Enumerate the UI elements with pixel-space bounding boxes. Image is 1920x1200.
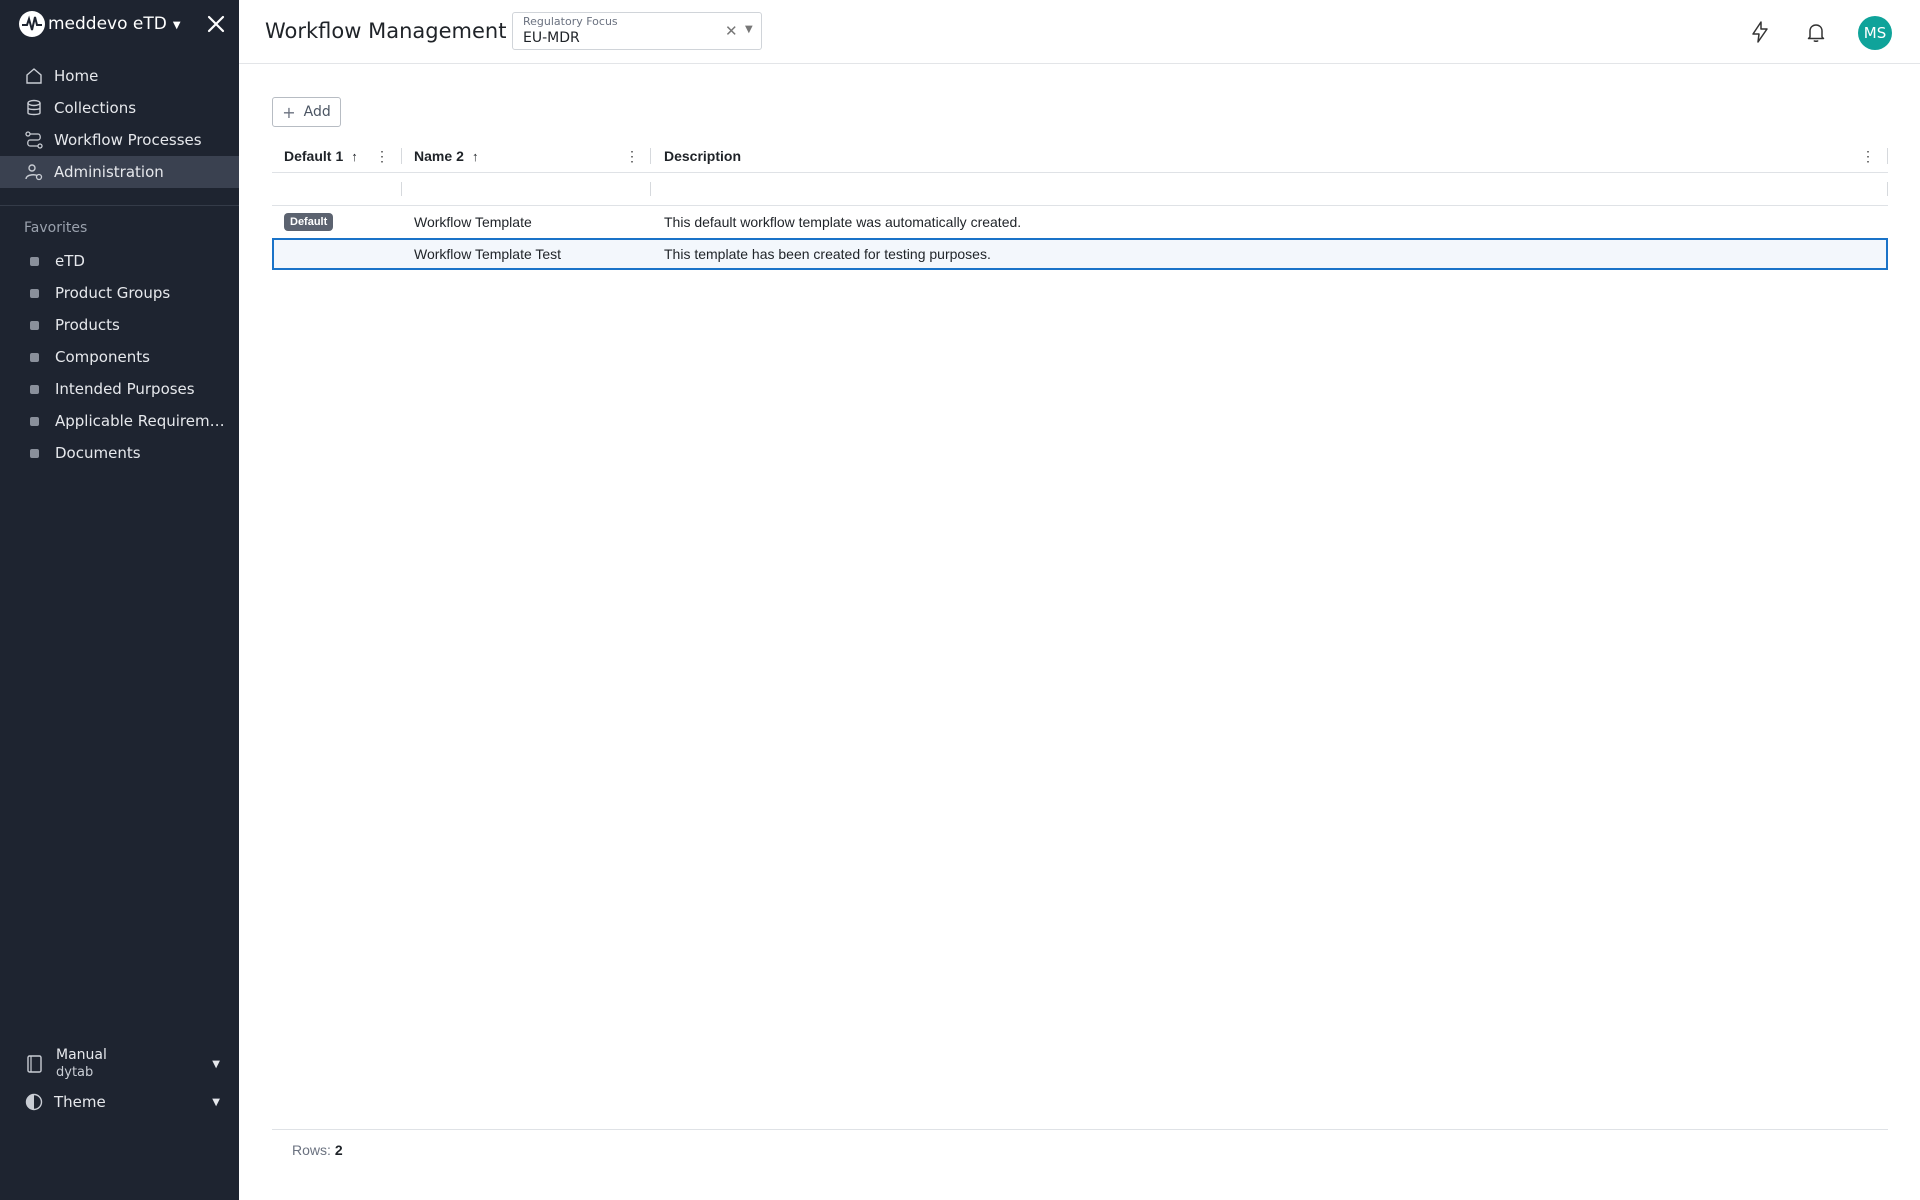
grid-footer: Rows: 2 bbox=[272, 1129, 1888, 1170]
filter-separator bbox=[650, 182, 651, 196]
grid-header: Default 1 ↑ ⋮ Name 2 ↑ ⋮ Description ⋮ bbox=[272, 140, 1888, 173]
manual-subtitle: dytab bbox=[56, 1065, 94, 1080]
column-header-default[interactable]: Default 1 ↑ bbox=[284, 140, 358, 172]
add-button[interactable]: + Add bbox=[272, 97, 341, 127]
theme-selector[interactable]: Theme ▼ bbox=[24, 1090, 220, 1114]
manual-selector[interactable]: Manual dytab ▼ bbox=[24, 1044, 220, 1084]
column-menu-icon[interactable]: ⋮ bbox=[375, 149, 389, 163]
clear-icon[interactable]: ✕ bbox=[725, 22, 738, 40]
filter-separator bbox=[1887, 182, 1888, 196]
nav-label: Home bbox=[54, 67, 99, 85]
cell-default: Default bbox=[284, 206, 334, 238]
nav-label: Administration bbox=[54, 163, 164, 181]
sort-order: 2 bbox=[456, 148, 464, 164]
favorite-item[interactable]: Product Groups bbox=[0, 277, 239, 309]
brand-name: meddevo eTD bbox=[48, 14, 167, 34]
filter-separator bbox=[401, 182, 402, 196]
table-row[interactable]: Default Workflow Template This default w… bbox=[272, 206, 1888, 238]
chevron-down-icon[interactable]: ▼ bbox=[745, 24, 753, 35]
cell-name: Workflow Template Test bbox=[414, 246, 562, 262]
favorite-item[interactable]: eTD bbox=[0, 245, 239, 277]
favorite-item[interactable]: Applicable Requirements bbox=[0, 405, 239, 437]
default-badge: Default bbox=[284, 213, 334, 231]
database-icon bbox=[27, 99, 41, 116]
nav-item-administration[interactable]: Administration bbox=[0, 156, 239, 188]
regulatory-focus-value: EU-MDR bbox=[523, 30, 580, 46]
regulatory-focus-label: Regulatory Focus bbox=[523, 15, 618, 28]
rows-count: 2 bbox=[334, 1142, 343, 1158]
column-separator bbox=[1887, 148, 1888, 164]
favorite-item[interactable]: Documents bbox=[0, 437, 239, 469]
favorites-list: eTD Product Groups Products Components I… bbox=[0, 245, 239, 469]
nav-item-home[interactable]: Home bbox=[0, 60, 239, 92]
favorite-item[interactable]: Products bbox=[0, 309, 239, 341]
sidebar-divider bbox=[0, 205, 239, 206]
favorite-item[interactable]: Components bbox=[0, 341, 239, 373]
bullet-icon bbox=[30, 416, 39, 426]
favorites-title: Favorites bbox=[24, 220, 88, 236]
bullet-icon bbox=[30, 352, 39, 362]
home-icon bbox=[26, 68, 42, 84]
top-bar: Workflow Management Regulatory Focus EU-… bbox=[239, 0, 1920, 64]
bell-icon[interactable] bbox=[1804, 20, 1828, 44]
regulatory-focus-select[interactable]: Regulatory Focus EU-MDR ✕ ▼ bbox=[512, 12, 762, 50]
column-separator[interactable] bbox=[650, 148, 651, 164]
chevron-down-icon: ▼ bbox=[212, 1058, 220, 1070]
chevron-down-icon: ▼ bbox=[212, 1096, 220, 1108]
bullet-icon bbox=[30, 320, 39, 330]
column-menu-icon[interactable]: ⋮ bbox=[625, 149, 639, 163]
meddevo-logo-icon bbox=[19, 11, 45, 37]
sort-ascending-icon: ↑ bbox=[351, 148, 358, 164]
column-header-name[interactable]: Name 2 ↑ bbox=[414, 140, 478, 172]
bullet-icon bbox=[30, 448, 39, 458]
plus-icon: + bbox=[282, 102, 296, 122]
main-nav: Home Collections Workflow Processes Admi… bbox=[0, 60, 239, 188]
favorite-item[interactable]: Intended Purposes bbox=[0, 373, 239, 405]
nav-label: Collections bbox=[54, 99, 137, 117]
book-icon bbox=[27, 1055, 42, 1073]
column-separator[interactable] bbox=[401, 148, 402, 164]
sort-order: 1 bbox=[335, 148, 344, 164]
user-settings-icon bbox=[25, 164, 43, 181]
cell-name: Workflow Template bbox=[414, 214, 532, 230]
bullet-icon bbox=[30, 256, 39, 266]
sort-ascending-icon: ↑ bbox=[471, 148, 479, 164]
column-menu-icon[interactable]: ⋮ bbox=[1861, 149, 1875, 163]
sidebar: meddevo eTD ▼ Home Collections Workflow … bbox=[0, 0, 239, 1200]
table-row[interactable]: Workflow Template Test This template has… bbox=[272, 238, 1888, 270]
workflow-icon bbox=[25, 131, 43, 149]
lightning-icon[interactable] bbox=[1748, 20, 1772, 44]
nav-label: Workflow Processes bbox=[54, 131, 202, 149]
brand-switcher[interactable]: meddevo eTD ▼ bbox=[18, 10, 181, 38]
bullet-icon bbox=[30, 288, 39, 298]
filter-row[interactable] bbox=[272, 173, 1888, 206]
cell-description: This default workflow template was autom… bbox=[664, 214, 1022, 230]
theme-contrast-icon bbox=[25, 1093, 43, 1111]
chevron-down-icon: ▼ bbox=[172, 19, 181, 31]
nav-item-workflow-processes[interactable]: Workflow Processes bbox=[0, 124, 239, 156]
theme-label: Theme bbox=[54, 1093, 106, 1111]
page-title: Workflow Management bbox=[265, 19, 507, 43]
workflow-templates-grid: Default 1 ↑ ⋮ Name 2 ↑ ⋮ Description ⋮ D… bbox=[272, 140, 1888, 270]
avatar[interactable]: MS bbox=[1858, 16, 1892, 50]
cell-description: This template has been created for testi… bbox=[664, 246, 991, 262]
nav-item-collections[interactable]: Collections bbox=[0, 92, 239, 124]
rows-label: Rows: bbox=[292, 1142, 331, 1158]
add-button-label: Add bbox=[303, 104, 331, 120]
manual-title: Manual bbox=[56, 1047, 107, 1063]
close-sidebar-icon[interactable] bbox=[204, 12, 228, 36]
column-header-description[interactable]: Description bbox=[664, 140, 741, 172]
bullet-icon bbox=[30, 384, 39, 394]
